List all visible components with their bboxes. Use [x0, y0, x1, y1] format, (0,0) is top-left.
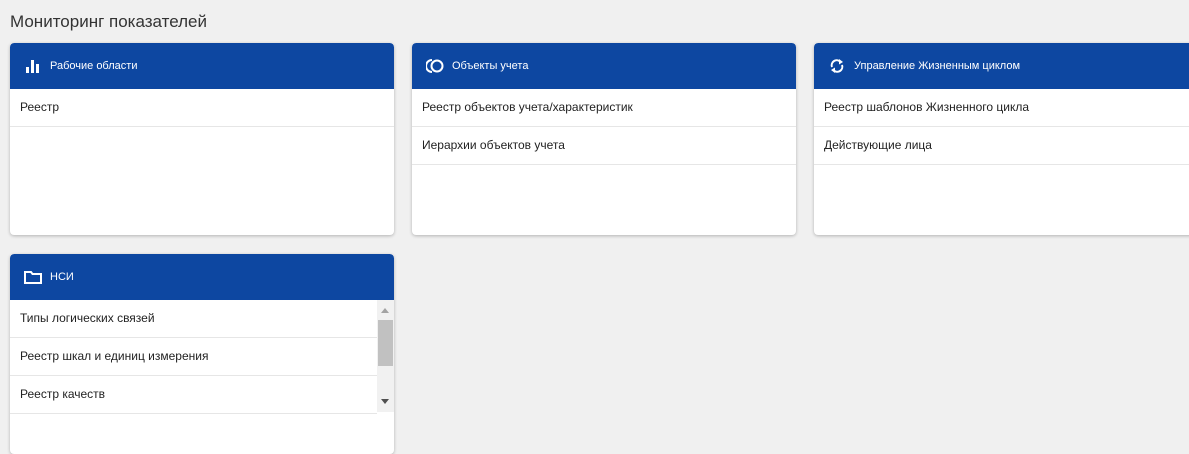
- scrollbar-thumb[interactable]: [378, 320, 393, 366]
- card-lifecycle: Управление Жизненным циклом Реестр шабло…: [814, 43, 1189, 235]
- list-item-objects-registry[interactable]: Реестр объектов учета/характеристик: [412, 89, 796, 127]
- card-workspaces-title: Рабочие области: [50, 60, 138, 72]
- card-lifecycle-title: Управление Жизненным циклом: [854, 60, 1021, 72]
- card-workspaces: Рабочие области Реестр: [10, 43, 394, 235]
- list-item-registry[interactable]: Реестр: [10, 89, 394, 127]
- card-lifecycle-header[interactable]: Управление Жизненным циклом: [814, 43, 1189, 89]
- list-item-scales-units[interactable]: Реестр шкал и единиц измерения: [10, 338, 377, 376]
- card-accounting-objects-header[interactable]: Объекты учета: [412, 43, 796, 89]
- page-title: Мониторинг показателей: [10, 12, 207, 31]
- nsi-scrollbar[interactable]: [377, 300, 394, 412]
- scroll-up-arrow-icon[interactable]: [381, 308, 389, 313]
- list-item-lifecycle-templates[interactable]: Реестр шаблонов Жизненного цикла: [814, 89, 1189, 127]
- card-nsi-title: НСИ: [50, 271, 74, 283]
- card-nsi-header[interactable]: НСИ: [10, 254, 394, 300]
- list-item-objects-hierarchy[interactable]: Иерархии объектов учета: [412, 127, 796, 165]
- bar-chart-icon: [24, 57, 42, 75]
- list-item-actors[interactable]: Действующие лица: [814, 127, 1189, 165]
- nsi-list: Типы логических связей Реестр шкал и еди…: [10, 300, 394, 414]
- list-item-link-types[interactable]: Типы логических связей: [10, 300, 377, 338]
- list-item-qualities[interactable]: Реестр качеств: [10, 376, 377, 414]
- folder-icon: [24, 268, 42, 286]
- card-accounting-objects: Объекты учета Реестр объектов учета/хара…: [412, 43, 796, 235]
- circle-objects-icon: [426, 57, 444, 75]
- card-accounting-objects-title: Объекты учета: [452, 60, 529, 72]
- card-nsi: НСИ Типы логических связей Реестр шкал и…: [10, 254, 394, 454]
- refresh-icon: [828, 57, 846, 75]
- scroll-down-arrow-icon[interactable]: [381, 399, 389, 404]
- card-workspaces-header[interactable]: Рабочие области: [10, 43, 394, 89]
